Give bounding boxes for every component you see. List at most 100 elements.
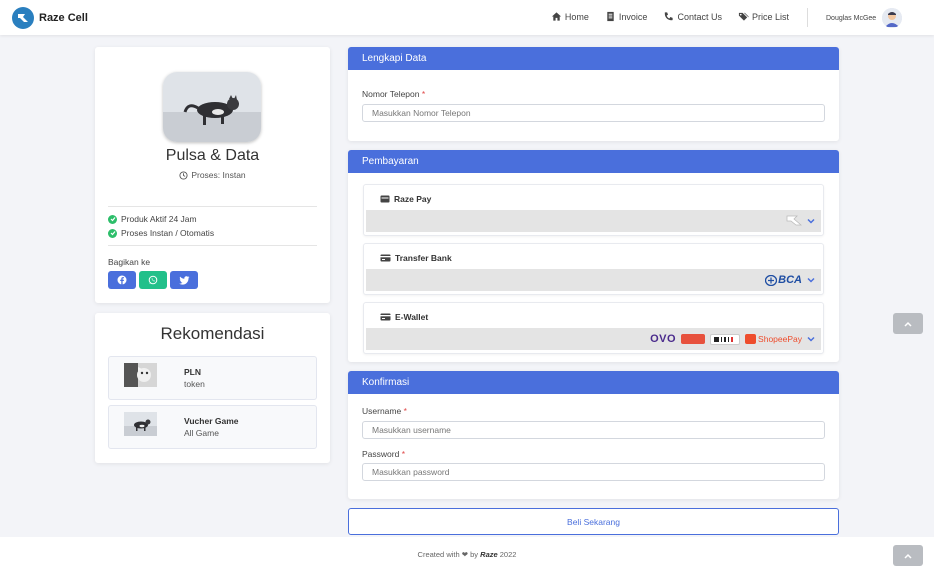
chevron-down-icon (807, 218, 815, 224)
username-label: Username * (362, 406, 407, 416)
footer-brand[interactable]: Raze (480, 550, 498, 559)
product-card: Pulsa & Data Proses: Instan Produk Aktif… (95, 47, 330, 303)
user-menu[interactable]: Douglas McGee (826, 8, 903, 28)
chevron-down-icon (807, 277, 815, 283)
check-circle-icon (108, 214, 117, 224)
clock-icon (179, 170, 188, 180)
scroll-top-button[interactable] (893, 313, 923, 334)
shopeepay-logo: ShopeePay (745, 334, 802, 344)
nav-divider (807, 8, 808, 27)
payment-title: E-Wallet (380, 312, 428, 322)
wallet-icon (380, 195, 390, 203)
recommendation-item-game[interactable]: Vucher Game All Game (108, 405, 317, 449)
payment-bar (366, 210, 821, 232)
check-circle-icon (108, 228, 117, 238)
nav-pricelist[interactable]: Price List (738, 11, 789, 22)
share-facebook-button[interactable] (108, 271, 136, 289)
share-label: Bagikan ke (108, 257, 151, 267)
recommendation-name: PLN (184, 367, 201, 377)
feature-label: Proses Instan / Otomatis (121, 228, 215, 238)
payment-bar: OVO ShopeePay (366, 328, 821, 350)
bca-emblem-icon (765, 274, 778, 286)
buy-now-button[interactable]: Beli Sekarang (348, 508, 839, 535)
user-name: Douglas McGee (826, 14, 877, 22)
home-icon (551, 12, 561, 21)
payment-option-bank[interactable]: Transfer Bank BCA (363, 243, 824, 295)
brand-logo-icon (12, 7, 34, 29)
payment-title: Transfer Bank (380, 253, 452, 263)
heart-icon: ❤ (461, 550, 469, 559)
nav-home[interactable]: Home (551, 11, 589, 22)
twitter-icon (178, 275, 189, 285)
product-process-label: Proses: Instan (191, 170, 246, 180)
invoice-icon (607, 11, 614, 22)
payment-title: Raze Pay (380, 194, 431, 204)
linkaja-logo-icon (681, 334, 706, 344)
recommendation-thumbnail (124, 363, 157, 387)
recommendation-thumbnail (124, 412, 157, 436)
nav-contact-label: Contact Us (677, 11, 722, 22)
credit-card-icon (380, 254, 391, 262)
payment-bar: BCA (366, 269, 821, 291)
footer-credit: Created with ❤ by Raze 2022 (417, 550, 517, 559)
footer-scroll-top-button[interactable] (893, 545, 923, 566)
shopee-bag-icon (745, 334, 757, 344)
raze-logo-icon (786, 215, 802, 226)
chevron-down-icon (807, 336, 815, 342)
brand[interactable]: Raze Cell (12, 7, 88, 29)
share-buttons (108, 271, 198, 289)
product-title: Pulsa & Data (165, 147, 260, 164)
nav-home-label: Home (564, 11, 589, 22)
share-twitter-button[interactable] (170, 271, 198, 289)
required-mark: * (403, 406, 407, 416)
nav-invoice-label: Invoice (618, 11, 648, 22)
nav-invoice[interactable]: Invoice (605, 11, 648, 22)
section-data: Lengkapi Data Nomor Telepon * (348, 47, 839, 141)
recommendation-desc: All Game (184, 428, 219, 438)
whatsapp-icon (148, 275, 158, 285)
brand-name: Raze Cell (39, 12, 88, 24)
required-mark: * (401, 449, 406, 459)
tags-icon (738, 12, 749, 21)
section-payment: Pembayaran Raze Pay Transfer Bank BCA E-… (348, 150, 839, 362)
facebook-icon (117, 275, 127, 285)
username-input[interactable] (362, 421, 825, 439)
required-mark: * (421, 89, 426, 99)
ovo-logo: OVO (650, 333, 677, 345)
section-header: Lengkapi Data (348, 47, 839, 70)
payment-logos: OVO ShopeePay (650, 333, 815, 345)
credit-card-icon (380, 313, 391, 321)
share-whatsapp-button[interactable] (139, 271, 167, 289)
payment-option-razepay[interactable]: Raze Pay (363, 184, 824, 236)
phone-input[interactable] (362, 104, 825, 122)
recommendation-desc: token (184, 379, 205, 389)
payment-logos (786, 215, 815, 226)
product-image (163, 72, 261, 142)
payment-option-ewallet[interactable]: E-Wallet OVO ShopeePay (363, 302, 824, 354)
divider (108, 206, 317, 207)
password-input[interactable] (362, 463, 825, 481)
recommendation-item-pln[interactable]: PLN token (108, 356, 317, 400)
recommendation-title: Rekomendasi (160, 324, 265, 343)
chevron-up-icon (904, 321, 912, 327)
product-process: Proses: Instan (95, 170, 330, 180)
feature-item: Proses Instan / Otomatis (108, 228, 214, 238)
navbar: Raze Cell Home Invoice Contact Us Price … (0, 0, 934, 35)
recommendation-name: Vucher Game (184, 416, 239, 426)
section-header: Konfirmasi (348, 371, 839, 394)
nav-pricelist-label: Price List (751, 11, 789, 22)
bca-logo: BCA (765, 274, 802, 286)
nav-contact[interactable]: Contact Us (663, 11, 722, 22)
phone-label: Nomor Telepon * (362, 89, 426, 99)
section-confirm: Konfirmasi Username * Password * (348, 371, 839, 499)
phone-icon (665, 12, 674, 21)
qris-logo-icon (710, 333, 741, 345)
feature-item: Produk Aktif 24 Jam (108, 214, 197, 224)
recommendation-card: Rekomendasi PLN token Vucher Game All Ga… (95, 313, 330, 463)
divider (108, 245, 317, 246)
payment-logos: BCA (765, 274, 815, 286)
nav-links: Home Invoice Contact Us Price List (551, 11, 789, 22)
avatar (882, 8, 903, 28)
chevron-up-icon (904, 553, 912, 559)
section-header: Pembayaran (348, 150, 839, 173)
